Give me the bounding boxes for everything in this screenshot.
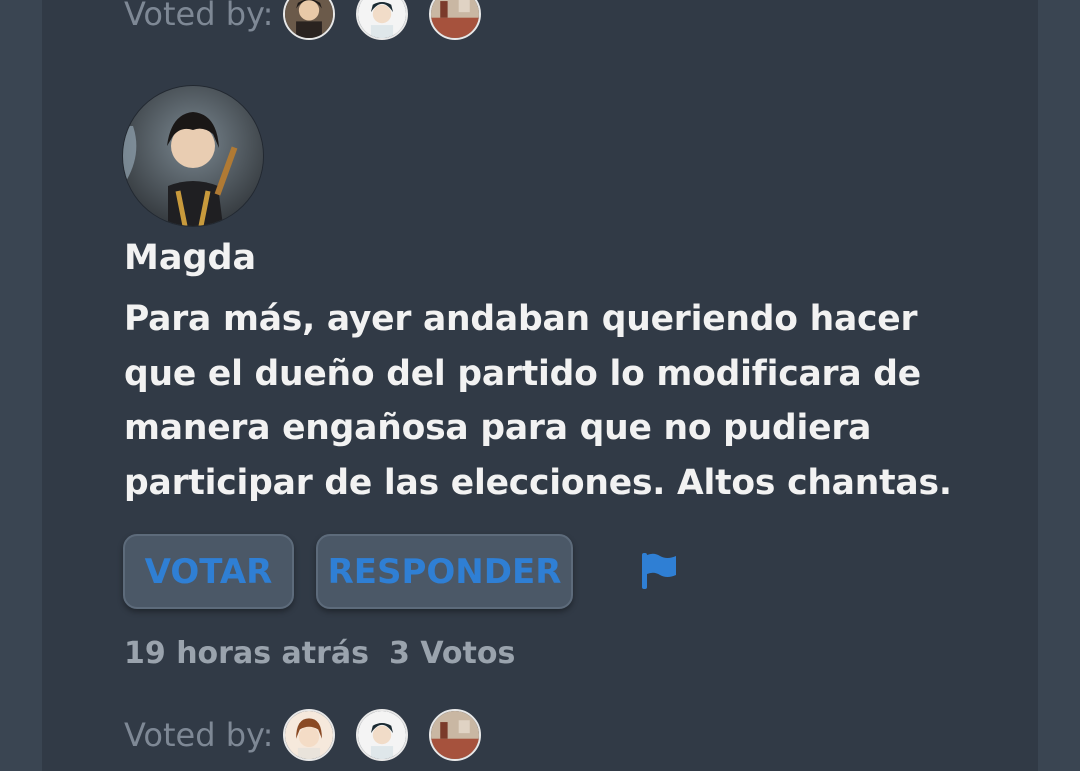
voter-avatar[interactable] xyxy=(283,709,336,761)
top-voted-by-row: Voted by: xyxy=(124,0,502,40)
comment-time: 19 horas atrás xyxy=(124,636,369,671)
comment-text: Para más, ayer andaban queriendo hacer q… xyxy=(124,299,952,503)
vote-button[interactable]: VOTAR xyxy=(123,534,294,609)
voter-avatar[interactable] xyxy=(429,709,482,761)
voted-by-row: Voted by: xyxy=(124,709,502,761)
flag-icon[interactable] xyxy=(640,551,680,591)
comment-author[interactable]: Magda xyxy=(124,238,256,278)
voter-avatar[interactable] xyxy=(356,709,409,761)
voter-avatar[interactable] xyxy=(283,0,336,40)
voter-avatar[interactable] xyxy=(429,0,482,40)
user-avatar-icon[interactable] xyxy=(123,86,263,226)
reply-button[interactable]: RESPONDER xyxy=(316,534,573,609)
vote-count: 3 Votos xyxy=(389,636,516,671)
voted-by-label: Voted by: xyxy=(124,716,274,754)
voter-avatar[interactable] xyxy=(356,0,409,40)
voted-by-label: Voted by: xyxy=(124,0,274,33)
